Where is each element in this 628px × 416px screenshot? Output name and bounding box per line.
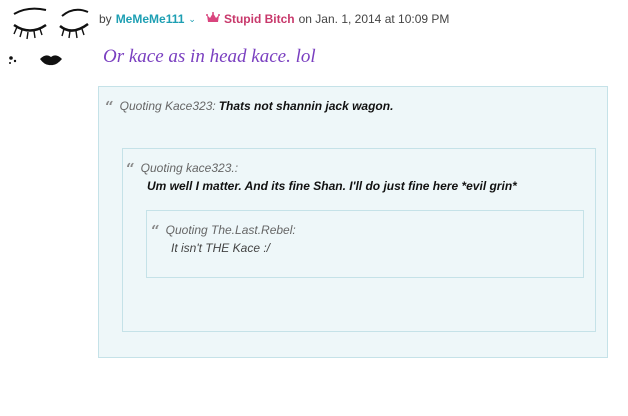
username-link[interactable]: MeMeMe111 (116, 12, 185, 26)
rank-badge: Stupid Bitch (223, 12, 295, 26)
avatar[interactable] (6, 6, 92, 70)
quote-label: Quoting kace323.: (140, 161, 239, 175)
post-byline: by MeMeMe111 ⌄ Stupid Bitch on Jan. 1, 2… (99, 12, 449, 26)
quote-label: Quoting The.Last.Rebel: (165, 223, 296, 237)
quote-header: “ Quoting kace323.: (126, 160, 238, 178)
quote-header: “ Quoting Kace323: Thats not shannin jack … (105, 98, 393, 116)
quote-label: Quoting Kace323: (119, 99, 216, 113)
post-date: on Jan. 1, 2014 at 10:09 PM (298, 12, 450, 26)
quote-mark-icon: “ (126, 160, 135, 178)
quote-mark-icon: “ (105, 98, 114, 116)
post-body-text: Or kace as in head kace. lol (103, 46, 316, 67)
quote-text: Thats not shannin jack wagon. (218, 99, 394, 113)
quote-header: “ Quoting The.Last.Rebel: (151, 222, 296, 240)
quote-text: Um well I matter. And its fine Shan. I'l… (147, 179, 517, 193)
quote-block-inner: “ Quoting The.Last.Rebel: It isn't THE Ka… (146, 210, 584, 278)
quote-mark-icon: “ (151, 222, 160, 240)
avatar-image (9, 7, 89, 66)
quote-block-middle: “ Quoting kace323.: Um well I matter. And… (122, 148, 596, 332)
chevron-down-icon[interactable]: ⌄ (188, 14, 196, 25)
quote-block-outer: “ Quoting Kace323: Thats not shannin jack … (98, 86, 608, 358)
by-label: by (99, 12, 112, 26)
crown-icon (205, 12, 220, 26)
quote-text: It isn't THE Kace :/ (171, 241, 270, 255)
